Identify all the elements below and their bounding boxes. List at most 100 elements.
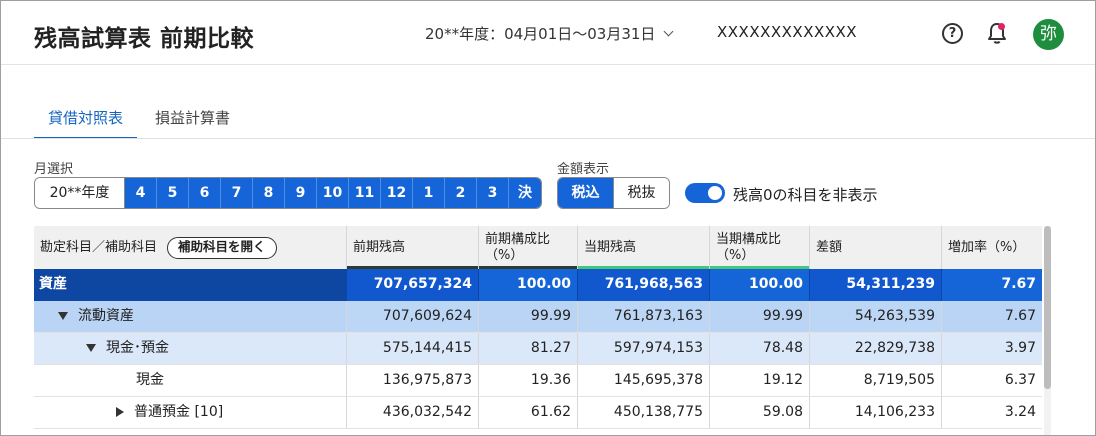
growth: 6.37 <box>1004 372 1036 388</box>
hide-zero-toggle[interactable] <box>685 183 725 203</box>
app-window: 残高試算表 前期比較 20**年度：04月01日〜03月31日 XXXXXXXX… <box>0 0 1096 436</box>
account-cell: 普通預金 [10] <box>34 397 347 428</box>
month-button[interactable]: 2 <box>445 178 477 208</box>
month-select-label: 月選択 <box>34 162 74 177</box>
scrollbar-thumb[interactable] <box>1044 226 1051 389</box>
header-diff[interactable]: 差額 <box>810 226 942 269</box>
cur-balance: 761,968,563 <box>578 269 710 301</box>
header-prev-ratio[interactable]: 前期構成比 （%） <box>479 226 578 269</box>
month-button[interactable]: 8 <box>253 178 285 208</box>
chevron-down-icon <box>663 26 674 37</box>
diff: 54,311,239 <box>810 269 942 301</box>
diff: 8,719,505 <box>810 365 942 396</box>
expand-icon[interactable] <box>116 407 124 417</box>
cur-balance: 597,974,153 <box>578 333 710 364</box>
header-cur-balance-label: 当期残高 <box>584 239 637 255</box>
month-button[interactable]: 12 <box>381 178 413 208</box>
avatar[interactable]: 弥 <box>1033 19 1064 50</box>
table-row[interactable]: 流動資産 707,609,624 99.99 761,873,163 99.99… <box>34 301 1042 333</box>
account-name: 資産 <box>34 269 347 301</box>
period-selector[interactable]: 20**年度：04月01日〜03月31日 <box>425 23 674 44</box>
tab-income-statement[interactable]: 損益計算書 <box>141 105 244 139</box>
prev-ratio: 81.27 <box>479 333 578 364</box>
prev-balance: 136,975,873 <box>347 365 479 396</box>
account-name: 現金･預金 <box>106 340 169 356</box>
help-icon[interactable]: ? <box>942 23 963 44</box>
header-account: 勘定科目／補助科目 補助科目を開く <box>34 226 347 269</box>
month-button[interactable]: 4 <box>125 178 157 208</box>
growth: 3.97 <box>1004 340 1036 356</box>
header-prev-balance-label: 前期残高 <box>353 239 406 255</box>
open-sub-accounts-button[interactable]: 補助科目を開く <box>167 236 277 259</box>
diff: 14,106,233 <box>810 397 942 428</box>
cur-balance: 450,138,775 <box>578 397 710 428</box>
notification-dot <box>998 23 1005 30</box>
growth: 7.67 <box>1001 276 1036 292</box>
cur-balance: 761,873,163 <box>578 301 710 332</box>
collapse-icon[interactable] <box>86 344 96 352</box>
prev-ratio: 61.62 <box>479 397 578 428</box>
period-label: 20**年度：04月01日〜03月31日 <box>425 25 656 43</box>
prev-ratio: 100.00 <box>479 269 578 301</box>
month-button[interactable]: 7 <box>221 178 253 208</box>
growth: 7.67 <box>1004 308 1036 324</box>
prev-balance: 436,032,542 <box>347 397 479 428</box>
prev-balance: 707,657,324 <box>347 269 479 301</box>
account-name: 現金 <box>34 365 347 396</box>
cur-ratio: 99.99 <box>710 301 810 332</box>
table-row[interactable]: 現金 136,975,873 19.36 145,695,378 19.12 8… <box>34 365 1042 397</box>
hide-zero-label: 残高0の科目を非表示 <box>733 186 878 204</box>
company-name: XXXXXXXXXXXXX <box>717 23 858 41</box>
header-prev-ratio-label: 前期構成比 （%） <box>485 231 551 263</box>
balance-table: 勘定科目／補助科目 補助科目を開く 前期残高 前期構成比 （%） 当期残高 当期… <box>34 226 1042 429</box>
tax-included-button[interactable]: 税込 <box>558 178 613 208</box>
month-button[interactable]: 9 <box>285 178 317 208</box>
month-button[interactable]: 5 <box>157 178 189 208</box>
table-scrollbar[interactable] <box>1044 226 1051 435</box>
tabs-divider <box>1 138 1095 139</box>
account-cell: 流動資産 <box>34 301 347 332</box>
prev-period-bar <box>479 266 577 269</box>
prev-period-bar <box>347 266 478 269</box>
account-cell: 現金･預金 <box>34 333 347 364</box>
header-account-label: 勘定科目／補助科目 <box>40 239 158 255</box>
prev-balance: 707,609,624 <box>347 301 479 332</box>
growth: 3.24 <box>1004 404 1036 420</box>
month-button[interactable]: 1 <box>413 178 445 208</box>
cur-period-bar <box>578 266 709 269</box>
header-cur-balance[interactable]: 当期残高 <box>578 226 710 269</box>
table-row[interactable]: 現金･預金 575,144,415 81.27 597,974,153 78.4… <box>34 333 1042 365</box>
app-header: 残高試算表 前期比較 20**年度：04月01日〜03月31日 XXXXXXXX… <box>1 1 1095 65</box>
header-cur-ratio-label: 当期構成比 （%） <box>716 231 782 263</box>
month-button[interactable]: 10 <box>317 178 349 208</box>
table-row[interactable]: 資産 707,657,324 100.00 761,968,563 100.00… <box>34 269 1042 301</box>
account-name: 普通預金 [10] <box>134 404 224 420</box>
cur-ratio: 59.08 <box>710 397 810 428</box>
month-button[interactable]: 6 <box>189 178 221 208</box>
table-header: 勘定科目／補助科目 補助科目を開く 前期残高 前期構成比 （%） 当期残高 当期… <box>34 226 1042 269</box>
month-button[interactable]: 11 <box>349 178 381 208</box>
month-button-closing[interactable]: 決 <box>509 178 541 208</box>
collapse-icon[interactable] <box>58 312 68 320</box>
amount-display-toggle: 税込 税抜 <box>557 177 670 209</box>
table-row[interactable]: 普通預金 [10] 436,032,542 61.62 450,138,775 … <box>34 397 1042 429</box>
header-cur-ratio[interactable]: 当期構成比 （%） <box>710 226 810 269</box>
month-button[interactable]: 3 <box>477 178 509 208</box>
report-tabs: 貸借対照表 損益計算書 <box>34 105 248 139</box>
account-name: 流動資産 <box>78 308 134 324</box>
diff: 54,263,539 <box>810 301 942 332</box>
prev-ratio: 19.36 <box>479 365 578 396</box>
toggle-knob <box>708 186 722 200</box>
tab-balance-sheet[interactable]: 貸借対照表 <box>34 105 138 139</box>
header-prev-balance[interactable]: 前期残高 <box>347 226 479 269</box>
cur-balance: 145,695,378 <box>578 365 710 396</box>
diff: 22,829,738 <box>810 333 942 364</box>
month-year-button[interactable]: 20**年度 <box>35 178 125 208</box>
prev-balance: 575,144,415 <box>347 333 479 364</box>
cur-ratio: 100.00 <box>710 269 810 301</box>
page-title: 残高試算表 前期比較 <box>34 26 255 52</box>
month-selector: 20**年度 4 5 6 7 8 9 10 11 12 1 2 3 決 <box>34 177 542 209</box>
header-growth[interactable]: 増加率（%） <box>942 226 1042 269</box>
amount-display-label: 金額表示 <box>557 162 610 177</box>
tax-excluded-button[interactable]: 税抜 <box>613 178 669 208</box>
